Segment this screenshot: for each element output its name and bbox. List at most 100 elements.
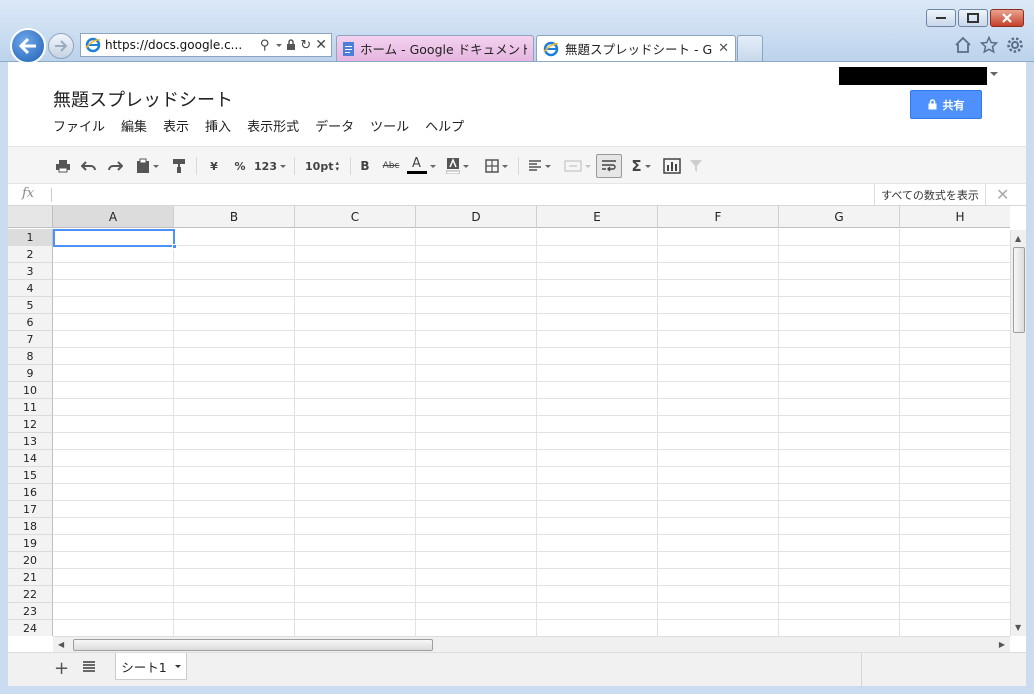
strikethrough-button[interactable]: Abc <box>380 156 402 176</box>
column-header-h[interactable]: H <box>900 206 1010 228</box>
insert-chart-icon[interactable] <box>662 156 682 176</box>
menu-file[interactable]: ファイル <box>53 116 105 135</box>
font-size-select[interactable]: 10pt ▴ ▾ <box>302 156 342 176</box>
share-button[interactable]: 共有 <box>910 90 982 119</box>
row-header-11[interactable]: 11 <box>8 399 53 416</box>
column-header-a[interactable]: A <box>53 206 174 228</box>
row-header-2[interactable]: 2 <box>8 246 53 263</box>
bold-button[interactable]: B <box>358 156 372 176</box>
row-header-1[interactable]: 1 <box>8 229 53 246</box>
sheet-tab[interactable]: シート1 <box>115 653 187 680</box>
paste-format-button[interactable] <box>132 156 162 176</box>
url-text[interactable]: https://docs.google.c... <box>105 38 256 52</box>
row-header-10[interactable]: 10 <box>8 382 53 399</box>
close-window-icon[interactable] <box>990 9 1024 27</box>
menu-help[interactable]: ヘルプ <box>425 116 464 135</box>
row-header-22[interactable]: 22 <box>8 586 53 603</box>
row-header-5[interactable]: 5 <box>8 297 53 314</box>
vertical-scroll-thumb[interactable] <box>1013 247 1025 333</box>
home-icon[interactable] <box>954 36 972 54</box>
row-header-3[interactable]: 3 <box>8 263 53 280</box>
row-header-16[interactable]: 16 <box>8 484 53 501</box>
address-bar[interactable]: https://docs.google.c... ⚲ ↻ ✕ <box>80 33 332 57</box>
row-header-4[interactable]: 4 <box>8 280 53 297</box>
row-header-8[interactable]: 8 <box>8 348 53 365</box>
browser-tab-docs-home[interactable]: ホーム - Google ドキュメント <box>336 35 534 61</box>
paint-format-icon[interactable] <box>170 156 188 176</box>
filter-icon[interactable] <box>688 156 704 176</box>
borders-button[interactable] <box>480 156 512 176</box>
number-format-button[interactable]: 123 <box>254 156 286 176</box>
percent-button[interactable]: % <box>232 156 248 176</box>
column-header-d[interactable]: D <box>416 206 537 228</box>
new-tab-button[interactable] <box>737 35 763 61</box>
lock-icon[interactable] <box>286 39 296 51</box>
vertical-scrollbar[interactable]: ▲ ▼ <box>1010 230 1026 636</box>
selected-cell[interactable] <box>53 229 175 247</box>
menu-data[interactable]: データ <box>315 116 354 135</box>
print-icon[interactable] <box>54 156 72 176</box>
column-header-c[interactable]: C <box>295 206 416 228</box>
column-header-e[interactable]: E <box>537 206 658 228</box>
menu-view[interactable]: 表示 <box>163 116 189 135</box>
row-header-21[interactable]: 21 <box>8 569 53 586</box>
scroll-right-icon[interactable]: ▶ <box>999 640 1005 649</box>
fill-color-button[interactable] <box>442 156 472 176</box>
undo-icon[interactable] <box>80 156 98 176</box>
browser-tab-spreadsheet[interactable]: 無題スプレッドシート - G... ✕ <box>536 35 736 61</box>
spreadsheet-grid[interactable]: ABCDEFGH 1 2 3 4 5 6 7 8 9 10 11 12 13 14 15 16 17 18 19 20… <box>8 206 1010 636</box>
row-header-18[interactable]: 18 <box>8 518 53 535</box>
row-header-20[interactable]: 20 <box>8 552 53 569</box>
close-tab-icon[interactable]: ✕ <box>718 41 729 56</box>
close-formula-bar-icon[interactable]: ✕ <box>996 185 1009 204</box>
sheet-list-icon[interactable] <box>82 660 96 674</box>
column-header-f[interactable]: F <box>658 206 779 228</box>
row-header-19[interactable]: 19 <box>8 535 53 552</box>
menu-edit[interactable]: 編集 <box>121 116 147 135</box>
align-button[interactable] <box>524 156 554 176</box>
account-name-redacted[interactable] <box>839 67 987 85</box>
functions-button[interactable]: Σ <box>626 156 656 176</box>
row-header-23[interactable]: 23 <box>8 603 53 620</box>
row-header-24[interactable]: 24 <box>8 620 53 636</box>
column-header-b[interactable]: B <box>174 206 295 228</box>
currency-button[interactable]: ¥ <box>206 156 222 176</box>
menu-format[interactable]: 表示形式 <box>247 116 299 135</box>
redo-icon[interactable] <box>106 156 124 176</box>
scroll-up-icon[interactable]: ▲ <box>1015 234 1021 243</box>
row-header-6[interactable]: 6 <box>8 314 53 331</box>
cell-area[interactable] <box>53 229 1010 636</box>
column-header-g[interactable]: G <box>779 206 900 228</box>
show-formulas-button[interactable]: すべての数式を表示 <box>874 184 986 205</box>
favorites-star-icon[interactable] <box>980 36 998 54</box>
document-title[interactable]: 無題スプレッドシート <box>53 86 233 112</box>
refresh-icon[interactable]: ↻ <box>300 38 311 53</box>
dropdown-caret-icon[interactable] <box>276 43 283 47</box>
horizontal-scroll-thumb[interactable] <box>73 639 433 651</box>
menu-tools[interactable]: ツール <box>370 116 409 135</box>
row-header-9[interactable]: 9 <box>8 365 53 382</box>
horizontal-scrollbar[interactable]: ◀ ▶ <box>53 636 1010 652</box>
add-sheet-icon[interactable]: + <box>54 658 69 679</box>
row-header-15[interactable]: 15 <box>8 467 53 484</box>
fill-handle[interactable] <box>172 244 177 249</box>
row-header-17[interactable]: 17 <box>8 501 53 518</box>
back-button[interactable] <box>10 28 46 64</box>
scroll-down-icon[interactable]: ▼ <box>1015 623 1021 632</box>
row-header-12[interactable]: 12 <box>8 416 53 433</box>
formula-input[interactable] <box>56 185 866 204</box>
search-icon[interactable]: ⚲ <box>260 38 270 53</box>
stop-icon[interactable]: ✕ <box>315 37 327 53</box>
select-all-corner[interactable] <box>8 206 53 228</box>
account-caret-icon[interactable] <box>990 72 998 76</box>
gear-icon[interactable] <box>1006 36 1024 54</box>
text-color-button[interactable]: A <box>406 156 436 176</box>
restore-icon[interactable] <box>958 9 988 27</box>
scroll-left-icon[interactable]: ◀ <box>58 640 64 649</box>
forward-button[interactable] <box>48 33 74 59</box>
row-header-13[interactable]: 13 <box>8 433 53 450</box>
minimize-icon[interactable] <box>926 9 956 27</box>
row-header-14[interactable]: 14 <box>8 450 53 467</box>
menu-insert[interactable]: 挿入 <box>205 116 231 135</box>
wrap-text-button[interactable] <box>596 154 622 178</box>
